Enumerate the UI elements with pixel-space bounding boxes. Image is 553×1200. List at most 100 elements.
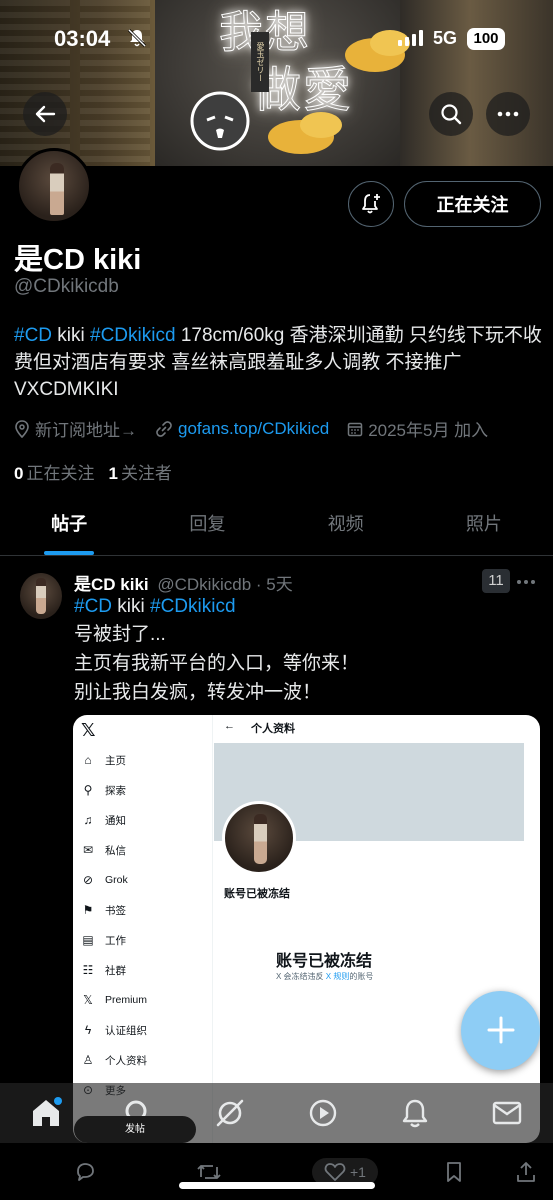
embedded-nav-item: ⊘ Grok bbox=[82, 873, 128, 887]
joined-text: 2025年5月 加入 bbox=[368, 421, 489, 440]
tweet-time: · 5天 bbox=[255, 575, 293, 594]
x-logo-icon: 𝕏 bbox=[81, 720, 96, 740]
reply-button[interactable] bbox=[74, 1161, 96, 1183]
bookmark-icon: ⚑ bbox=[82, 903, 94, 917]
profile-name: 是CD kiki bbox=[14, 244, 142, 276]
bell-icon bbox=[402, 1099, 427, 1128]
embedded-frozen-title: 账号已被冻结 bbox=[276, 953, 373, 970]
embedded-nav-item: ☷ 社群 bbox=[82, 963, 126, 977]
tab-replies[interactable]: 回复 bbox=[138, 496, 276, 555]
tweet-hashtag-cd[interactable]: #CD bbox=[74, 596, 112, 617]
embedded-nav-item: ⌂ 主页 bbox=[81, 749, 126, 771]
joined-item: 2025年5月 加入 bbox=[347, 416, 488, 441]
like-count: +1 bbox=[350, 1164, 366, 1180]
mail-icon bbox=[492, 1101, 522, 1125]
mail-icon: ✉ bbox=[82, 843, 94, 857]
embedded-nav-item: 𝕏 Premium bbox=[81, 989, 147, 1011]
tab-videos[interactable]: 视频 bbox=[277, 496, 415, 555]
nav-home[interactable] bbox=[26, 1093, 66, 1133]
website-item[interactable]: gofans.top/CDkikicd bbox=[155, 419, 329, 439]
play-circle-icon bbox=[309, 1099, 336, 1127]
signal-icon bbox=[398, 30, 423, 46]
tweet-count-badge: 11 bbox=[482, 569, 510, 593]
bio-hashtag-cd[interactable]: #CD bbox=[14, 325, 52, 346]
embedded-frozen-name: 账号已被冻结 bbox=[224, 888, 290, 900]
calendar-icon bbox=[347, 422, 363, 436]
nav-notifications[interactable] bbox=[395, 1093, 435, 1133]
post-pill-button[interactable]: 发帖 bbox=[74, 1116, 196, 1143]
embedded-main: ← 个人资料 账号已被冻结 账号已被冻结 X 会冻结违反 X 规则的账号 bbox=[214, 715, 540, 1143]
status-bar: 03:04 5G 100 bbox=[0, 26, 553, 58]
tweet-more-button[interactable] bbox=[516, 568, 536, 591]
tweet-body: 号被封了... 主页有我新平台的入口，等你来！ 别让我白发疯，转发冲一波！ bbox=[74, 620, 359, 707]
profile-avatar[interactable] bbox=[16, 148, 92, 224]
repost-icon bbox=[197, 1165, 221, 1179]
briefcase-icon: ▤ bbox=[82, 933, 94, 947]
grok-icon: ⊘ bbox=[82, 873, 94, 887]
tweet-avatar[interactable] bbox=[20, 573, 62, 619]
arrow-left-icon bbox=[35, 105, 56, 123]
back-button[interactable] bbox=[23, 92, 67, 136]
search-button[interactable] bbox=[429, 92, 473, 136]
home-icon: ⌂ bbox=[84, 753, 92, 767]
repost-button[interactable] bbox=[196, 1161, 222, 1183]
status-time: 03:04 bbox=[54, 26, 111, 51]
more-options-button[interactable] bbox=[486, 92, 530, 136]
nav-messages[interactable] bbox=[487, 1093, 527, 1133]
following-button[interactable]: 正在关注 bbox=[404, 181, 541, 227]
search-icon: ⚲ bbox=[83, 783, 93, 797]
tab-posts[interactable]: 帖子 bbox=[0, 496, 138, 555]
website-link[interactable]: gofans.top/CDkikicd bbox=[178, 419, 329, 439]
cartoon-face-icon bbox=[190, 91, 250, 151]
embedded-avatar bbox=[222, 801, 296, 875]
home-indicator bbox=[179, 1182, 375, 1189]
plus-icon bbox=[487, 1016, 514, 1044]
bell-off-icon bbox=[127, 28, 147, 48]
tab-photos[interactable]: 照片 bbox=[415, 496, 553, 555]
battery-icon: 100 bbox=[467, 28, 505, 50]
share-icon bbox=[517, 1162, 535, 1182]
notify-button[interactable] bbox=[348, 181, 394, 227]
location-item: 新订阅地址→ bbox=[14, 416, 137, 441]
profile-tabs: 帖子 回复 视频 照片 bbox=[0, 496, 553, 556]
heart-icon bbox=[324, 1163, 346, 1181]
embedded-topbar: ← 个人资料 bbox=[224, 720, 295, 735]
share-button[interactable] bbox=[516, 1161, 536, 1183]
embedded-frozen-subtitle: X 会冻结违反 X 规则的账号 bbox=[276, 972, 374, 981]
embedded-nav-item: ⚲ 探索 bbox=[81, 779, 126, 801]
tweet-hashtag-cdkikicd[interactable]: #CDkikicd bbox=[150, 596, 236, 617]
bell-plus-icon bbox=[362, 194, 380, 214]
tweet-line: 别让我白发疯，转发冲一波！ bbox=[74, 682, 322, 703]
nav-video[interactable] bbox=[303, 1093, 343, 1133]
link-icon bbox=[156, 420, 172, 437]
embedded-nav-item: ϟ 认证组织 bbox=[81, 1019, 147, 1041]
more-horizontal-icon bbox=[497, 111, 519, 117]
embedded-nav-item: ▤ 工作 bbox=[82, 933, 126, 947]
bio-hashtag-cdkikicd[interactable]: #CDkikicd bbox=[90, 325, 176, 346]
compose-fab-button[interactable] bbox=[461, 991, 540, 1070]
profile-meta: 新订阅地址→ gofans.top/CDkikicd 2025年5月 加入 bbox=[14, 416, 544, 441]
location-pin-icon bbox=[15, 419, 29, 438]
bell-icon: ♫ bbox=[83, 813, 93, 827]
reply-icon bbox=[77, 1163, 94, 1181]
embedded-nav-item: ⚑ 书签 bbox=[82, 903, 126, 917]
x-icon: 𝕏 bbox=[83, 993, 93, 1007]
embedded-sidebar: 𝕏 ⌂ 主页 ⚲ 探索 ♫ 通知 ✉ 私信 ⊘ Grok ⚑ 书签 ▤ 工作 ☷ 社群 𝕏 Pre… bbox=[73, 715, 213, 1143]
embedded-nav-item: ✉ 私信 bbox=[82, 843, 126, 857]
profile-handle: @CDkikicdb bbox=[14, 276, 119, 297]
bookmark-icon bbox=[447, 1162, 461, 1182]
following-count-link[interactable]: 0 正在关注 bbox=[14, 459, 94, 484]
arrow-left-icon: ← bbox=[224, 720, 235, 732]
community-icon: ☷ bbox=[82, 963, 94, 977]
tweet-word: kiki bbox=[112, 596, 151, 617]
bio-word: kiki bbox=[52, 325, 91, 346]
bookmark-button[interactable] bbox=[445, 1161, 463, 1183]
tweet-hashtags: #CD kiki #CDkikicd bbox=[74, 594, 236, 620]
nav-grok[interactable] bbox=[210, 1093, 250, 1133]
tweet-line: 主页有我新平台的入口，等你来！ bbox=[74, 653, 360, 674]
tweet-author-name[interactable]: 是CD kiki bbox=[74, 575, 149, 594]
tweet-media-image[interactable]: 𝕏 ⌂ 主页 ⚲ 探索 ♫ 通知 ✉ 私信 ⊘ Grok ⚑ 书签 ▤ 工作 ☷ 社群 𝕏 Pre… bbox=[73, 715, 540, 1143]
followers-count-link[interactable]: 1 关注者 bbox=[108, 459, 171, 484]
profile-bio: #CD kiki #CDkikicd 178cm/60kg 香港深圳通勤 只约线… bbox=[14, 322, 542, 403]
tweet-author-handle[interactable]: @CDkikicdb bbox=[157, 575, 251, 594]
